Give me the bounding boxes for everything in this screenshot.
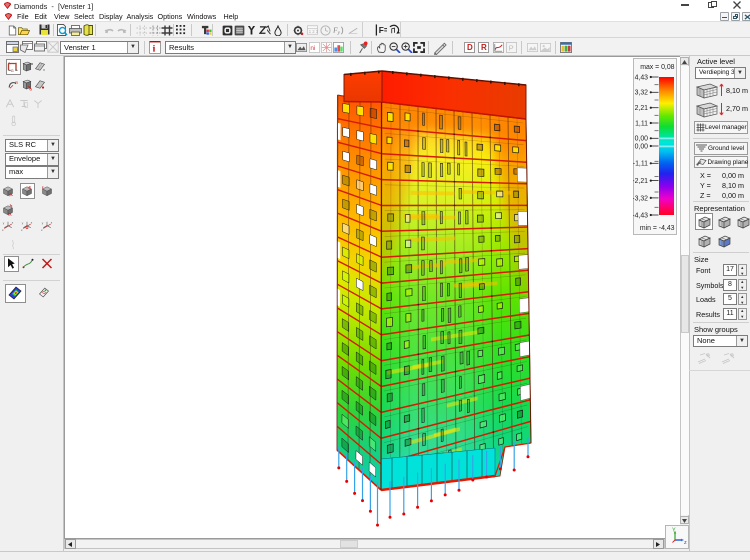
svg-text:0,00: 0,00	[635, 136, 649, 143]
svg-text:max = 0,08: max = 0,08	[640, 64, 674, 71]
svg-text:z: z	[12, 220, 14, 224]
svg-text:1,11: 1,11	[635, 120, 648, 127]
svg-text:x: x	[41, 228, 43, 232]
svg-text:y: y	[42, 221, 44, 225]
svg-text:P: P	[509, 43, 514, 52]
svg-text:G: G	[29, 88, 32, 92]
svg-text:ni: ni	[310, 44, 315, 51]
svg-text:1 2 3: 1 2 3	[309, 29, 318, 34]
svg-text:F: F	[42, 186, 44, 190]
svg-text:-4,43: -4,43	[633, 212, 648, 219]
svg-text:3,32: 3,32	[635, 90, 649, 97]
svg-text:y: y	[22, 221, 24, 225]
svg-text:V: V	[43, 68, 45, 72]
svg-text:R: R	[15, 81, 18, 85]
svg-text:y: y	[337, 30, 341, 36]
svg-text:min = -4,43: min = -4,43	[640, 225, 675, 232]
svg-text:z: z	[51, 220, 53, 224]
svg-text:z: z	[31, 220, 33, 224]
svg-text:x: x	[2, 228, 4, 232]
svg-text:DL: DL	[8, 213, 12, 217]
svg-text:y: y	[3, 221, 5, 225]
svg-text:2,21: 2,21	[635, 105, 649, 112]
svg-text:-2,21: -2,21	[633, 178, 648, 185]
svg-text:i: i	[153, 45, 156, 55]
svg-text:M: M	[30, 62, 32, 66]
svg-text:z: z	[684, 540, 687, 546]
svg-text:F: F	[379, 25, 384, 35]
svg-text:F: F	[10, 194, 12, 198]
svg-text:Y: Y	[672, 528, 676, 534]
svg-text:G: G	[11, 69, 14, 73]
svg-text:-1,11: -1,11	[633, 161, 648, 168]
svg-text:4,43: 4,43	[635, 74, 649, 81]
svg-text:0,00: 0,00	[635, 143, 649, 150]
svg-text:x: x	[21, 228, 23, 232]
svg-text:-3,32: -3,32	[633, 195, 648, 202]
